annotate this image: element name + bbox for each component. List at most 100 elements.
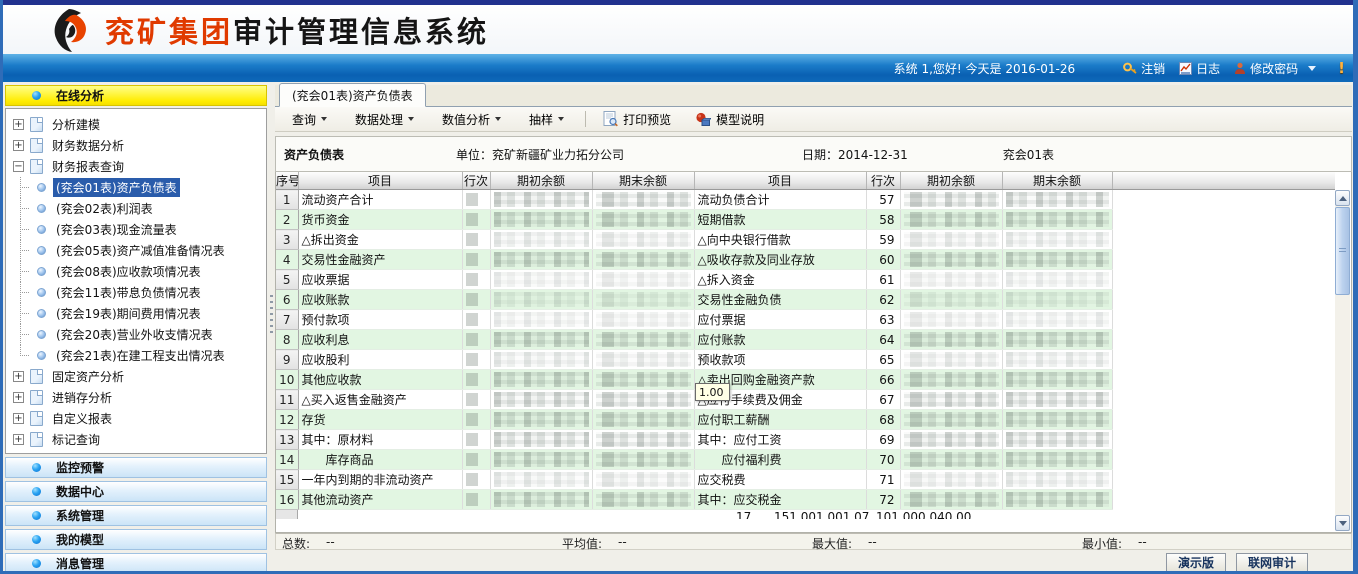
sidebar-panel[interactable]: 消息管理 — [5, 553, 267, 574]
sidebar-panel[interactable]: 系统管理 — [5, 505, 267, 526]
model-description-button[interactable]: 模型说明 — [686, 108, 773, 131]
item-cell-right: 短期借款 — [694, 210, 866, 230]
initial-balance-left — [490, 190, 592, 210]
expand-toggle-icon[interactable]: + — [13, 140, 24, 151]
table-row[interactable]: 2货币资金短期借款58 — [276, 210, 1335, 230]
redacted-amount — [596, 332, 691, 347]
tree-subitem[interactable]: (兖会11表)带息负债情况表 — [6, 282, 266, 303]
redacted-amount — [1006, 312, 1109, 327]
redacted-amount — [494, 412, 589, 427]
change-password-link[interactable]: 修改密码 — [1234, 60, 1298, 77]
initial-balance-left — [490, 330, 592, 350]
table-row[interactable]: 15一年内到期的非流动资产应交税费71 — [276, 470, 1335, 490]
filler-cell — [1112, 370, 1335, 390]
data-processing-menu-button[interactable]: 数据处理 — [346, 107, 423, 132]
sidebar-panel[interactable]: 监控预警 — [5, 457, 267, 478]
scrollbar-track[interactable] — [1335, 206, 1350, 515]
scrollbar-thumb[interactable] — [1335, 207, 1350, 295]
table-row[interactable]: 5应收票据△拆入资金61 — [276, 270, 1335, 290]
vertical-scrollbar[interactable] — [1335, 190, 1350, 531]
tree-item[interactable]: −财务报表查询 — [6, 156, 266, 177]
table-row[interactable]: 4交易性金融资产△吸收存款及同业存放60 — [276, 250, 1335, 270]
table-row[interactable]: 7预付款项应付票据63 — [276, 310, 1335, 330]
redacted-line-number — [466, 413, 478, 426]
redacted-amount — [494, 352, 589, 367]
col-initial-right: 期初余额 — [900, 172, 1002, 190]
tree-subitem[interactable]: (兖会05表)资产减值准备情况表 — [6, 240, 266, 261]
scroll-up-button[interactable] — [1335, 190, 1350, 206]
table-row[interactable]: 12存货应付职工薪酬68 — [276, 410, 1335, 430]
item-cell-left: 交易性金融资产 — [298, 250, 462, 270]
sidebar-panel[interactable]: 数据中心 — [5, 481, 267, 502]
expand-toggle-icon[interactable]: + — [13, 413, 24, 424]
tree-subitem[interactable]: (兖会21表)在建工程支出情况表 — [6, 345, 266, 366]
table-row[interactable]: 9应收股利预收款项65 — [276, 350, 1335, 370]
scroll-down-button[interactable] — [1335, 515, 1350, 531]
item-cell-right: 应付账款 — [694, 330, 866, 350]
min-value: -- — [1138, 535, 1147, 552]
col-final-right: 期末余额 — [1002, 172, 1112, 190]
expand-toggle-icon[interactable]: + — [13, 434, 24, 445]
table-row[interactable]: 8应收利息应付账款64 — [276, 330, 1335, 350]
table-row[interactable]: 1流动资产合计流动负债合计57 — [276, 190, 1335, 210]
redacted-amount — [1006, 372, 1109, 387]
tree-item[interactable]: +标记查询 — [6, 429, 266, 450]
tab-balance-sheet[interactable]: (兖会01表)资产负债表 — [279, 83, 426, 107]
tree-subitem[interactable]: (兖会20表)营业外收支情况表 — [6, 324, 266, 345]
expand-toggle-icon[interactable]: + — [13, 392, 24, 403]
table-row[interactable]: 11△买入返售金融资产△应付手续费及佣金67 — [276, 390, 1335, 410]
chevron-down-icon — [321, 117, 327, 121]
key-icon — [1123, 62, 1137, 75]
col-item-left: 项目 — [298, 172, 462, 190]
clipped-line-number: 17 — [736, 510, 751, 519]
redacted-amount — [904, 192, 999, 207]
sampling-menu-button[interactable]: 抽样 — [520, 107, 573, 132]
filler-cell — [1112, 310, 1335, 330]
logout-link[interactable]: 注销 — [1123, 60, 1165, 77]
alert-icon[interactable]: ! — [1338, 59, 1345, 77]
sidebar-item-online-analysis[interactable]: 在线分析 — [5, 85, 267, 106]
sidebar-splitter[interactable] — [267, 85, 275, 574]
line-cell-left — [462, 270, 490, 290]
bullet-icon — [37, 225, 46, 234]
redacted-amount — [1006, 272, 1109, 287]
redacted-amount — [596, 312, 691, 327]
item-cell-right: 交易性金融负债 — [694, 290, 866, 310]
tree-item[interactable]: +分析建模 — [6, 114, 266, 135]
online-audit-button[interactable]: 联网审计 — [1236, 553, 1308, 572]
initial-balance-right — [900, 390, 1002, 410]
logout-label: 注销 — [1141, 60, 1165, 77]
sidebar-panel[interactable]: 我的模型 — [5, 529, 267, 550]
table-row[interactable]: 16其他流动资产其中：应交税金72 — [276, 490, 1335, 510]
collapse-toggle-icon[interactable]: − — [13, 161, 24, 172]
expand-toggle-icon[interactable]: + — [13, 119, 24, 130]
print-preview-button[interactable]: 打印预览 — [594, 108, 680, 131]
table-row[interactable]: 13其中：原材料其中：应付工资69 — [276, 430, 1335, 450]
tree-item[interactable]: +财务数据分析 — [6, 135, 266, 156]
app-header: 兖矿集团审计管理信息系统 — [3, 5, 1353, 54]
query-menu-button[interactable]: 查询 — [283, 107, 336, 132]
expand-toggle-icon[interactable]: + — [13, 371, 24, 382]
tree-subitem[interactable]: (兖会19表)期间费用情况表 — [6, 303, 266, 324]
chevron-down-icon[interactable] — [1308, 66, 1316, 71]
tree-item[interactable]: +自定义报表 — [6, 408, 266, 429]
tree-item[interactable]: +进销存分析 — [6, 387, 266, 408]
table-row[interactable]: 3△拆出资金△向中央银行借款59 — [276, 230, 1335, 250]
tree-subitem[interactable]: (兖会03表)现金流量表 — [6, 219, 266, 240]
redacted-line-number — [466, 333, 478, 346]
table-row[interactable]: 14 库存商品 应付福利费70 — [276, 450, 1335, 470]
table-row[interactable]: 10其他应收款△卖出回购金融资产款66 — [276, 370, 1335, 390]
numeric-analysis-menu-button[interactable]: 数值分析 — [433, 107, 510, 132]
row-number-cell: 4 — [276, 250, 298, 270]
initial-balance-right — [900, 470, 1002, 490]
online-analysis-label: 在线分析 — [56, 87, 104, 104]
tree-subitem[interactable]: (兖会08表)应收款项情况表 — [6, 261, 266, 282]
tree-subitem[interactable]: (兖会02表)利润表 — [6, 198, 266, 219]
tree-subitem[interactable]: (兖会01表)资产负债表 — [6, 177, 266, 198]
demo-version-button[interactable]: 演示版 — [1166, 553, 1226, 572]
table-row[interactable]: 6应收账款交易性金融负债62 — [276, 290, 1335, 310]
tree-item[interactable]: +固定资产分析 — [6, 366, 266, 387]
initial-balance-right — [900, 230, 1002, 250]
log-link[interactable]: 日志 — [1179, 60, 1220, 77]
line-cell-right: 68 — [866, 410, 900, 430]
